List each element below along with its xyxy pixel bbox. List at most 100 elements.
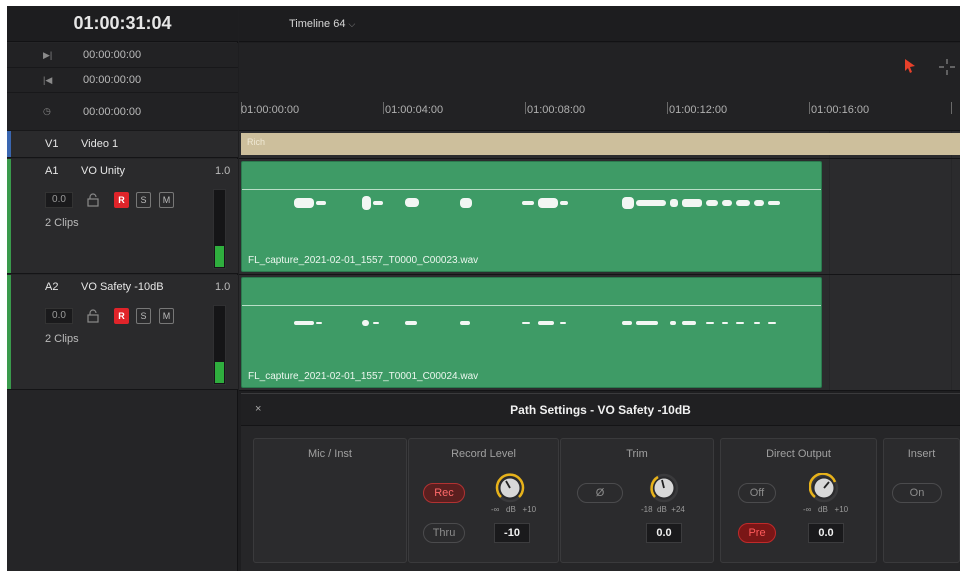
timecode-row-next: ▶| 00:00:00:00 xyxy=(7,43,238,68)
knob-scale: -∞ dB +10 xyxy=(803,505,848,514)
scale-unit: dB xyxy=(657,505,667,514)
track-header-a2[interactable]: A2 VO Safety -10dB 1.0 0.0 R S M 2 Clips xyxy=(7,275,238,390)
scale-min: -∞ xyxy=(491,505,500,514)
knob-scale: -∞ dB +10 xyxy=(491,505,536,514)
section-label: Record Level xyxy=(451,448,516,460)
clip-filename: FL_capture_2021-02-01_1557_T0001_C00024.… xyxy=(248,371,479,382)
track-level: 1.0 xyxy=(215,165,231,177)
video-clip[interactable]: Rich xyxy=(241,133,960,155)
timeline-header: Timeline 64 ⌵ xyxy=(239,6,960,42)
timeline-selector[interactable]: Timeline 64 ⌵ xyxy=(289,18,355,30)
solo-button[interactable]: S xyxy=(136,308,151,324)
track-id: V1 xyxy=(45,138,59,150)
pointer-tool-icon[interactable] xyxy=(903,58,917,74)
level-meter xyxy=(213,189,226,269)
thru-button[interactable]: Thru xyxy=(423,523,465,543)
track-name[interactable]: Video 1 xyxy=(81,138,118,150)
scale-max: +10 xyxy=(834,505,849,514)
lane-separator xyxy=(239,158,960,159)
timecode-value: 00:00:00:00 xyxy=(83,74,142,86)
track-header-a1[interactable]: A1 VO Unity 1.0 0.0 R S M 2 Clips xyxy=(7,159,238,274)
timecode-ruler[interactable]: 01:00:00:00 01:00:04:00 01:00:08:00 01:0… xyxy=(239,93,960,131)
track-color-bar xyxy=(7,131,11,157)
clock-icon[interactable]: ◷ xyxy=(43,106,59,117)
direct-output-knob[interactable] xyxy=(809,473,839,503)
audio-clip-a2[interactable]: FL_capture_2021-02-01_1557_T0001_C00024.… xyxy=(241,277,822,388)
timecode-value: 00:00:00:00 xyxy=(83,105,142,118)
ruler-tick xyxy=(383,102,384,114)
track-header-v1[interactable]: V1 Video 1 xyxy=(7,131,238,158)
clip-name: Rich xyxy=(247,137,266,147)
ruler-label: 01:00:12:00 xyxy=(669,104,728,116)
chevron-down-icon: ⌵ xyxy=(348,19,356,29)
rec-button[interactable]: Rec xyxy=(423,483,465,503)
section-label: Direct Output xyxy=(766,448,831,460)
mic-inst-section: Mic / Inst xyxy=(253,438,407,563)
meter-fill xyxy=(215,246,224,267)
track-title-row: A2 VO Safety -10dB 1.0 xyxy=(7,275,238,299)
record-level-value[interactable]: -10 xyxy=(494,523,530,543)
mute-button[interactable]: M xyxy=(159,308,174,324)
track-id: A2 xyxy=(45,281,59,293)
ruler-label: 01:00:08:00 xyxy=(527,104,586,116)
path-settings-title: Path Settings - VO Safety -10dB xyxy=(510,403,691,417)
section-label: Trim xyxy=(626,448,648,460)
scale-max: +24 xyxy=(671,505,685,514)
scale-unit: dB xyxy=(818,505,828,514)
track-header-panel: 01:00:31:04 ▶| 00:00:00:00 |◀ 00:00:00:0… xyxy=(7,6,238,571)
timecode-row-prev: |◀ 00:00:00:00 xyxy=(7,68,238,93)
trim-knob[interactable] xyxy=(649,473,679,503)
lane-separator xyxy=(239,274,960,275)
track-id: A1 xyxy=(45,165,59,177)
clip-count: 2 Clips xyxy=(45,217,79,229)
level-meter xyxy=(213,305,226,385)
scale-min: -18 xyxy=(641,505,653,514)
ruler-label: 01:00:00:00 xyxy=(241,104,300,116)
track-title-row: A1 VO Unity 1.0 xyxy=(7,159,238,183)
ruler-tick xyxy=(525,102,526,114)
lane-separator xyxy=(239,390,960,391)
grid-line xyxy=(829,131,830,391)
crosshair-tool-icon[interactable] xyxy=(937,57,957,77)
track-level: 1.0 xyxy=(215,281,231,293)
timeline-name: Timeline 64 xyxy=(289,18,346,30)
ruler-tick xyxy=(951,102,952,114)
section-label: Mic / Inst xyxy=(307,448,352,460)
mute-button[interactable]: M xyxy=(159,192,174,208)
ruler-tick xyxy=(809,102,810,114)
audio-clip-a1[interactable]: FL_capture_2021-02-01_1557_T0000_C00023.… xyxy=(241,161,822,272)
pre-button[interactable]: Pre xyxy=(738,523,776,543)
track-lanes: Rich FL_capture_2021-02-01_1557_T0000_C0… xyxy=(239,131,960,391)
scale-min: -∞ xyxy=(803,505,812,514)
timecode-value: 00:00:00:00 xyxy=(83,49,142,61)
direct-output-off-button[interactable]: Off xyxy=(738,483,776,503)
record-arm-button[interactable]: R xyxy=(114,308,129,324)
solo-button[interactable]: S xyxy=(136,192,151,208)
insert-section: Insert On xyxy=(883,438,960,563)
volume-field[interactable]: 0.0 xyxy=(45,192,73,208)
lock-icon[interactable] xyxy=(87,309,99,323)
knob-scale: -18 dB +24 xyxy=(641,505,685,514)
timecode-row-clock: ◷ 00:00:00:00 xyxy=(7,93,238,131)
insert-on-button[interactable]: On xyxy=(892,483,942,503)
scale-max: +10 xyxy=(522,505,537,514)
record-arm-button[interactable]: R xyxy=(114,192,129,208)
scale-unit: dB xyxy=(506,505,516,514)
lock-icon[interactable] xyxy=(87,193,99,207)
grid-line xyxy=(951,131,952,391)
track-name[interactable]: VO Safety -10dB xyxy=(81,281,164,293)
ruler-label: 01:00:04:00 xyxy=(385,104,444,116)
record-level-section: Record Level Rec Thru -∞ dB +10 -10 xyxy=(408,438,559,563)
resolve-fairlight-app: 01:00:31:04 ▶| 00:00:00:00 |◀ 00:00:00:0… xyxy=(7,6,960,571)
meter-fill xyxy=(215,362,224,383)
volume-field[interactable]: 0.0 xyxy=(45,308,73,324)
ruler-label: 01:00:16:00 xyxy=(811,104,870,116)
trim-value[interactable]: 0.0 xyxy=(646,523,682,543)
direct-output-value[interactable]: 0.0 xyxy=(808,523,844,543)
prev-frame-icon[interactable]: |◀ xyxy=(43,75,59,86)
trim-section: Trim Ø -18 dB +24 0.0 xyxy=(560,438,714,563)
track-name[interactable]: VO Unity xyxy=(81,165,125,177)
record-level-knob[interactable] xyxy=(495,473,525,503)
phase-invert-button[interactable]: Ø xyxy=(577,483,623,503)
next-frame-icon[interactable]: ▶| xyxy=(43,50,59,61)
